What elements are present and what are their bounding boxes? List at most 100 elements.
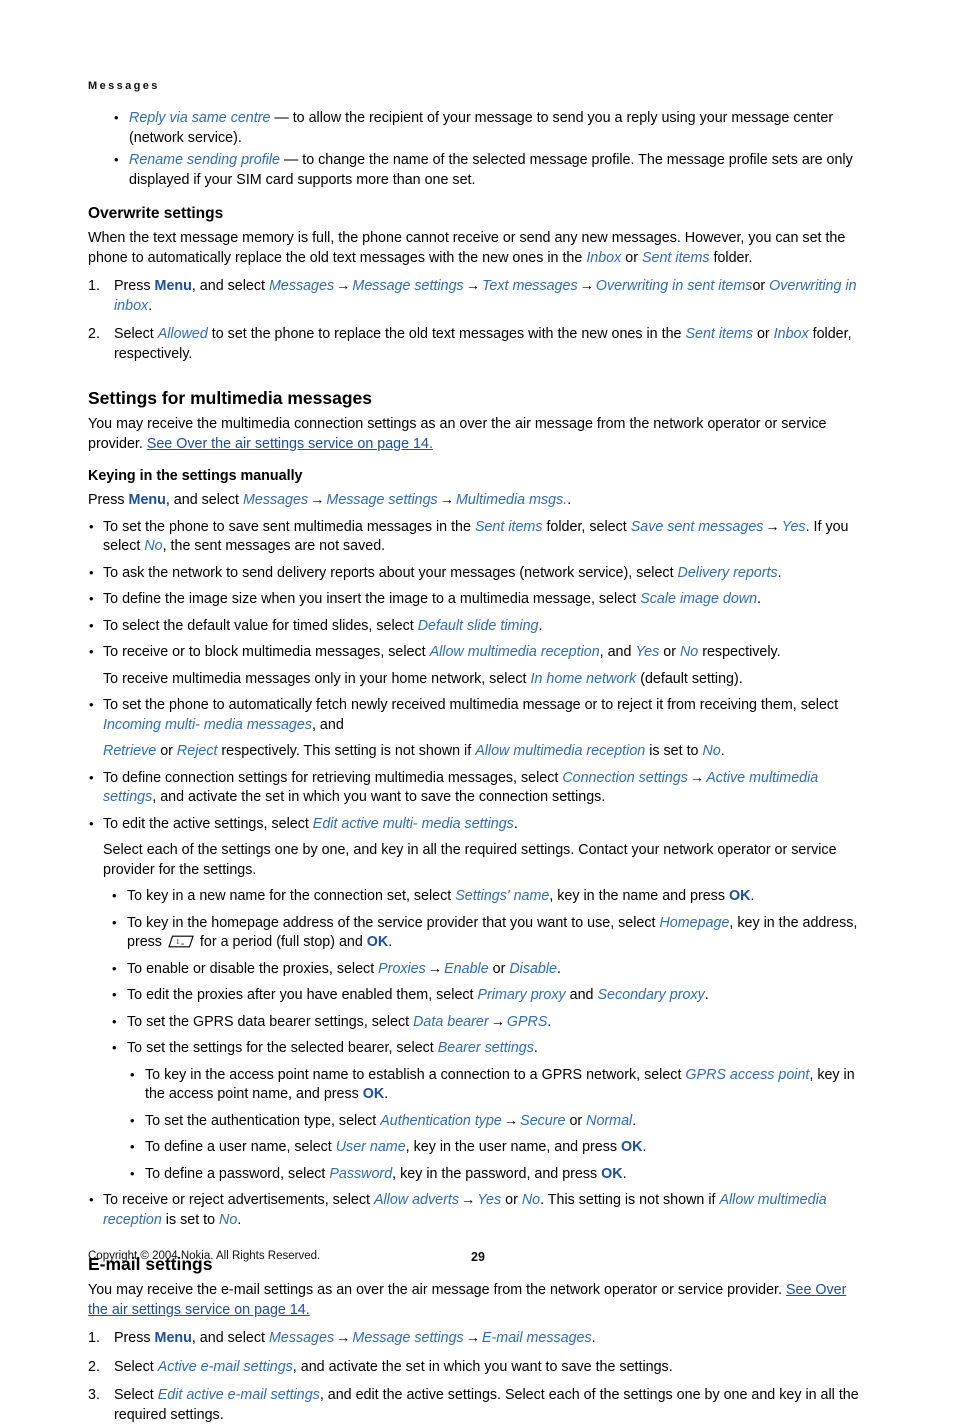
text-run: to set the phone to replace the old text… xyxy=(207,326,686,342)
text-run: . xyxy=(750,888,755,904)
text-run: . xyxy=(777,564,782,581)
section-heading-multimedia: Settings for multimedia messages xyxy=(88,388,372,408)
text-run: , key in the name and press xyxy=(549,888,729,904)
ui-term: Sent items xyxy=(474,518,543,535)
ui-term: Scale image down xyxy=(640,591,758,607)
arrow-icon: → xyxy=(490,1013,505,1030)
section-heading-overwrite: Overwrite settings xyxy=(88,205,224,222)
text-run: respectively. xyxy=(698,644,781,660)
ui-term: Save sent messages xyxy=(630,518,764,535)
ui-term: Text messages xyxy=(481,278,578,294)
text-run: respectively. This setting is not shown … xyxy=(217,743,476,759)
ui-term: Yes xyxy=(477,1192,502,1208)
continuation-paragraph: Select each of the settings one by one, … xyxy=(103,841,866,880)
text-run: . xyxy=(384,1086,389,1102)
ui-term: Active e-mail settings xyxy=(157,1358,293,1375)
arrow-icon: → xyxy=(461,1192,476,1208)
ui-term: Yes xyxy=(781,518,806,535)
list-item: To set the authentication type, select A… xyxy=(128,1111,866,1132)
list-item: To define a user name, select User name,… xyxy=(128,1137,866,1158)
ui-term: Settings' name xyxy=(455,888,550,904)
list-item: To set the GPRS data bearer settings, se… xyxy=(110,1012,866,1033)
text-run: or xyxy=(659,644,680,660)
ui-term: Delivery reports xyxy=(677,564,778,581)
arrow-icon: → xyxy=(310,492,325,508)
ui-term: Primary proxy xyxy=(477,987,566,1003)
overwrite-intro: When the text message memory is full, th… xyxy=(88,229,866,268)
text-run: . xyxy=(547,1013,552,1030)
list-item: To set the phone to save sent multimedia… xyxy=(88,517,866,557)
ui-term: Rename sending profile xyxy=(129,152,281,168)
text-run: or xyxy=(565,1112,587,1129)
hard-key-label: OK xyxy=(728,888,751,904)
ui-term: No xyxy=(144,538,163,554)
text-run: (default setting). xyxy=(636,670,743,687)
ui-term: Reject xyxy=(176,743,218,759)
arrow-icon: → xyxy=(336,278,351,294)
text-run: Select xyxy=(114,1387,158,1403)
ui-term: Message settings xyxy=(326,492,438,508)
text-run: , the sent messages are not saved. xyxy=(162,538,386,554)
text-run: , key in the password, and press xyxy=(392,1165,602,1182)
ui-term: Incoming multi- media messages xyxy=(103,716,312,733)
ui-term: Data bearer xyxy=(413,1013,489,1030)
text-run: . xyxy=(632,1112,637,1129)
ui-term: Proxies xyxy=(378,960,426,977)
list-item: 2. Select Active e-mail settings, and act… xyxy=(88,1358,866,1378)
text-run: To key in the access point name to estab… xyxy=(145,1066,686,1083)
text-run: . xyxy=(237,1211,242,1228)
text-run: To define a user name, select xyxy=(145,1139,336,1155)
list-item: To set the settings for the selected bea… xyxy=(110,1038,866,1059)
list-item: To key in a new name for the connection … xyxy=(110,886,866,907)
multimedia-intro: You may receive the multimedia connectio… xyxy=(88,415,866,454)
text-run: folder, select xyxy=(542,518,631,535)
ui-term: Multimedia msgs. xyxy=(455,492,568,508)
subheading-keying-manually: Keying in the settings manually xyxy=(88,468,303,484)
list-item: To define a password, select Password, k… xyxy=(128,1164,866,1185)
text-run: To define the image size when you insert… xyxy=(103,591,641,607)
text-run: . xyxy=(533,1040,538,1056)
text-run: To define connection settings for retrie… xyxy=(103,769,563,786)
text-run: . xyxy=(720,743,725,759)
text-run: . xyxy=(704,987,709,1003)
text-run: To key in the homepage address of the se… xyxy=(127,914,660,931)
ui-term: Inbox xyxy=(773,326,809,342)
ui-term: No xyxy=(219,1211,238,1228)
text-run: To edit the proxies after you have enabl… xyxy=(127,987,478,1003)
ui-term: Allowed xyxy=(157,326,208,342)
list-item: Reply via same centre — to allow the rec… xyxy=(112,108,866,148)
cross-reference-link[interactable]: See Over the air settings service on pag… xyxy=(147,436,433,452)
text-run: , and select xyxy=(165,492,243,508)
text-run: . xyxy=(622,1165,627,1182)
hard-key-label: Menu xyxy=(128,492,166,508)
ui-term: Allow multimedia reception xyxy=(429,644,600,660)
ui-term: Reply via same centre xyxy=(129,110,271,126)
text-run: . xyxy=(388,934,393,950)
step-number: 1. xyxy=(88,1330,100,1346)
multimedia-bullet-list: To set the phone to save sent multimedia… xyxy=(88,517,866,881)
text-run: To set the phone to automatically fetch … xyxy=(103,697,839,713)
multimedia-press-path: Press Menu, and select Messages → Message … xyxy=(88,491,866,511)
hard-key-label: OK xyxy=(366,934,389,950)
text-run: or xyxy=(501,1192,522,1208)
hard-key-label: Menu xyxy=(154,1330,192,1346)
hard-key-label: OK xyxy=(601,1165,623,1182)
ui-term: Yes xyxy=(635,644,660,660)
list-item: To receive or reject advertisements, sel… xyxy=(88,1190,866,1230)
text-run: To select the default value for timed sl… xyxy=(103,617,418,634)
ui-term: Messages xyxy=(268,278,335,294)
ui-term: Password xyxy=(329,1165,393,1182)
text-run: Select each of the settings one by one, … xyxy=(103,842,837,878)
multimedia-sub-sub-bullet-list: To key in the access point name to estab… xyxy=(88,1065,866,1185)
list-item: To receive or to block multimedia messag… xyxy=(88,642,866,663)
ui-term: Default slide timing xyxy=(417,617,539,634)
text-run: . xyxy=(148,297,153,314)
multimedia-sub-bullet-list: To key in a new name for the connection … xyxy=(88,886,866,1059)
arrow-icon: → xyxy=(689,769,705,786)
text-run: To key in a new name for the connection … xyxy=(127,888,456,904)
email-intro: You may receive the e-mail settings as a… xyxy=(88,1281,866,1320)
ui-term: Message settings xyxy=(352,1330,464,1346)
ui-term: Bearer settings xyxy=(437,1040,534,1056)
svg-text:1: 1 xyxy=(176,938,180,946)
text-run: To define a password, select xyxy=(145,1165,330,1182)
